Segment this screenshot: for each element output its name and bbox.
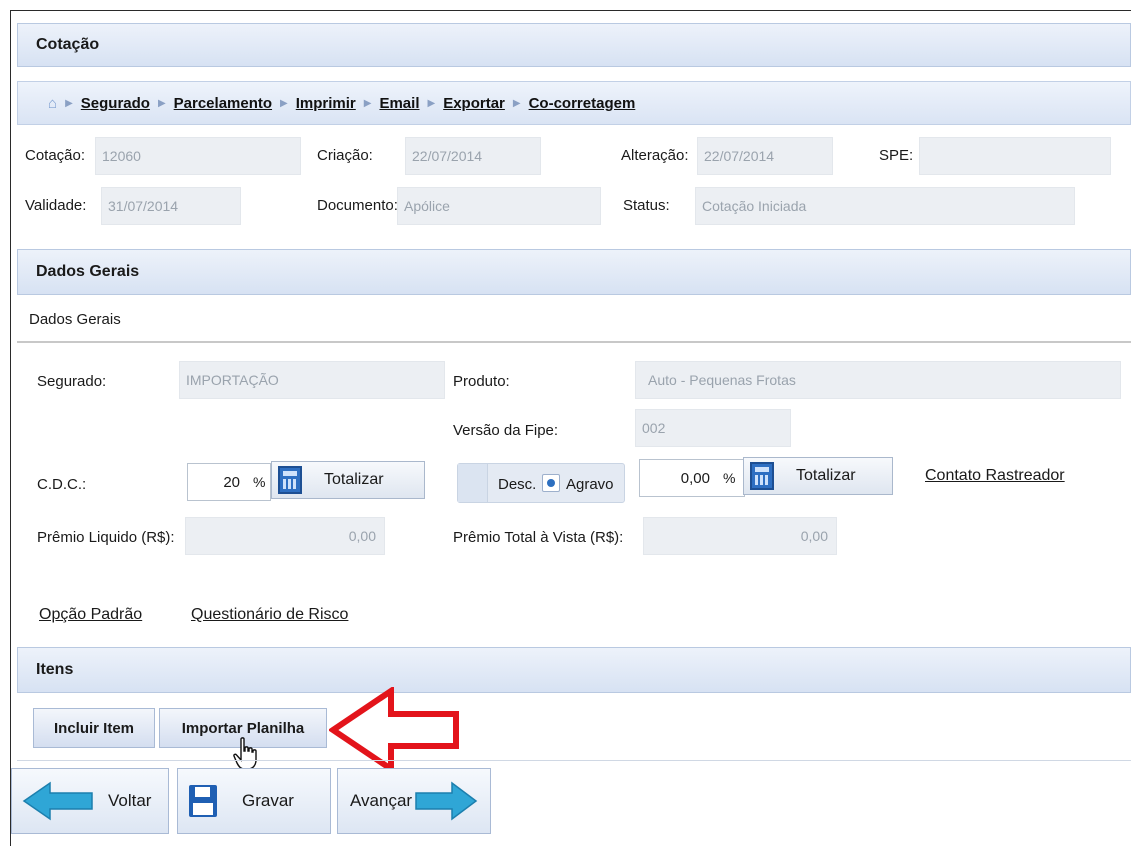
incluir-item-label: Incluir Item [53,719,135,737]
cotacao-section-title: Cotação [36,36,100,53]
arrow-left-icon [22,781,93,821]
cotacao-value: 12060 [102,148,141,164]
criacao-label: Criação: [317,147,373,164]
voltar-button[interactable]: Voltar [11,768,169,834]
segurado-label: Segurado: [37,373,107,390]
footer-divider [17,760,1131,761]
premio-liquido-value: 0,00 [348,528,376,544]
alteracao-field: 22/07/2014 [697,137,833,175]
avancar-button[interactable]: Avançar [337,768,491,834]
alteracao-label: Alteração: [621,147,689,164]
cdc-label: C.D.C.: [37,476,87,493]
fipe-field: 002 [635,409,791,447]
importar-planilha-label: Importar Planilha [181,719,305,737]
breadcrumb-link-exportar[interactable]: Exportar [443,95,505,112]
arrow-right-icon [415,781,478,821]
gravar-label: Gravar [242,791,294,810]
incluir-item-button[interactable]: Incluir Item [33,708,155,748]
agravo-label: Agravo [566,476,614,493]
chevron-right-icon: ▶ [427,97,436,109]
totalizar-label-2: Totalizar [796,467,856,484]
cotacao-field: 12060 [95,137,301,175]
avancar-label: Avançar [350,791,413,810]
dados-gerais-subtitle: Dados Gerais [29,311,121,328]
status-label: Status: [623,197,670,214]
breadcrumb-link-parcelamento[interactable]: Parcelamento [174,95,272,112]
produto-value: Auto - Pequenas Frotas [648,372,796,388]
produto-label: Produto: [453,373,510,390]
desc-label: Desc. [498,476,537,493]
validade-value: 31/07/2014 [108,198,179,214]
opcao-padrao-link[interactable]: Opção Padrão [39,606,142,624]
criacao-value: 22/07/2014 [412,148,483,164]
calculator-icon [278,466,302,494]
gravar-button[interactable]: Gravar [177,768,331,834]
dados-gerais-section-header: Dados Gerais [17,249,1131,295]
totalizar-button-2[interactable]: Totalizar [743,457,893,495]
segurado-field: IMPORTAÇÃO [179,361,445,399]
premio-liquido-field: 0,00 [185,517,385,555]
premio-total-value: 0,00 [800,528,828,544]
breadcrumb-link-segurado[interactable]: Segurado [81,95,150,112]
premio-total-label: Prêmio Total à Vista (R$): [453,529,624,546]
breadcrumb-link-email[interactable]: Email [379,95,419,112]
documento-label: Documento: [317,197,398,214]
dados-gerais-section-title: Dados Gerais [36,263,140,280]
documento-value: Apólice [404,198,450,214]
hand-cursor-icon [233,737,257,770]
radio-selected-dot [547,479,555,487]
totalizar-button-1[interactable]: Totalizar [271,461,425,499]
criacao-field: 22/07/2014 [405,137,541,175]
chevron-right-icon: ▶ [65,97,73,109]
alteracao-value: 22/07/2014 [704,148,775,164]
agravo-value: 0,00 [680,469,710,487]
home-icon[interactable]: ⌂ [48,95,57,112]
chevron-right-icon: ▶ [157,97,166,109]
subtitle-divider [17,341,1131,343]
validade-field: 31/07/2014 [101,187,241,225]
status-field: Cotação Iniciada [695,187,1075,225]
breadcrumb-link-imprimir[interactable]: Imprimir [296,95,356,112]
fipe-label: Versão da Fipe: [453,422,559,439]
calculator-icon [750,462,774,490]
spe-field [919,137,1111,175]
segurado-value: IMPORTAÇÃO [186,372,279,388]
cotacao-label: Cotação: [25,147,86,164]
breadcrumb-link-co-corretagem[interactable]: Co-corretagem [529,95,636,112]
agravo-percent: % [723,470,736,486]
cdc-percent: % [253,474,266,490]
page-frame: Cotação ⌂ ▶ Segurado ▶ Parcelamento ▶ Im… [10,10,1131,846]
cotacao-section-header: Cotação [17,23,1131,67]
validade-label: Validade: [25,197,87,214]
desc-agravo-group: Desc. Agravo [457,463,625,503]
contato-rastreador-link[interactable]: Contato Rastreador [925,467,1065,485]
chevron-right-icon: ▶ [363,97,372,109]
save-icon [189,785,217,817]
chevron-right-icon: ▶ [280,97,288,109]
documento-field: Apólice [397,187,601,225]
produto-field: Auto - Pequenas Frotas [635,361,1121,399]
status-value: Cotação Iniciada [702,198,807,214]
cdc-value: 20 [223,473,240,491]
totalizar-label-1: Totalizar [324,471,384,488]
voltar-label: Voltar [108,791,152,810]
fipe-value: 002 [642,420,666,436]
desc-radio[interactable] [458,464,488,502]
chevron-right-icon: ▶ [512,97,521,109]
itens-section-header: Itens [17,647,1131,693]
breadcrumb: ⌂ ▶ Segurado ▶ Parcelamento ▶ Imprimir ▶… [17,81,1131,125]
agravo-radio[interactable] [542,474,560,492]
premio-liquido-label: Prêmio Liquido (R$): [37,529,175,546]
itens-section-title: Itens [36,661,74,678]
premio-total-field: 0,00 [643,517,837,555]
spe-label: SPE: [879,147,914,164]
questionario-risco-link[interactable]: Questionário de Risco [191,606,348,624]
